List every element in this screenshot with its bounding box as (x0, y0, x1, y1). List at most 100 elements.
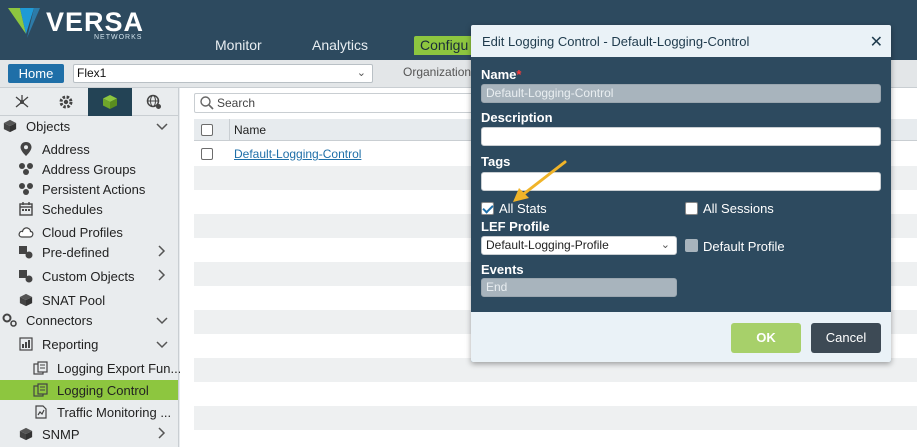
cloud-icon (18, 224, 34, 240)
search-placeholder: Search (217, 96, 256, 110)
tree-persistent-actions[interactable]: Persistent Actions (18, 179, 145, 199)
tree-snmp[interactable]: SNMP (18, 424, 178, 444)
sidebar-tabs (0, 88, 179, 116)
tree-label: Traffic Monitoring ... (57, 404, 172, 420)
search-input[interactable]: Search (194, 93, 494, 113)
logging-export-icon (33, 360, 49, 376)
chevron-down-icon (156, 313, 168, 328)
network-icon (15, 95, 29, 108)
globe-icon (146, 94, 161, 109)
tree-label: Cloud Profiles (42, 224, 123, 240)
select-all-checkbox[interactable] (201, 124, 213, 136)
nav-configuration[interactable]: Configu (414, 36, 475, 55)
table-row-empty (194, 406, 917, 430)
tree-label: Logging Control (57, 382, 149, 398)
tree-label: Address (42, 141, 90, 157)
all-sessions-checkbox[interactable] (685, 202, 698, 215)
home-button[interactable]: Home (8, 64, 64, 83)
tree-label: SNMP (42, 426, 80, 442)
name-field[interactable]: Default-Logging-Control (481, 84, 881, 103)
snat-pool-icon (18, 292, 34, 308)
tree-label: Custom Objects (42, 268, 135, 284)
name-label: Name* (481, 67, 521, 82)
versa-logo-mark (8, 8, 40, 38)
tree-label: Connectors (26, 312, 93, 328)
predefined-icon (18, 244, 34, 260)
snmp-icon (18, 426, 34, 442)
sidebar: Objects Address Address Groups Persisten… (0, 88, 181, 447)
default-profile-checkbox[interactable] (685, 239, 698, 252)
tree-label: SNAT Pool (42, 292, 106, 308)
chevron-down-icon: ⌄ (356, 67, 366, 79)
tree-custom-objects[interactable]: Custom Objects (18, 266, 178, 286)
tab-settings[interactable] (44, 88, 88, 116)
row-name-link[interactable]: Default-Logging-Control (234, 147, 361, 161)
dialog-footer: OK Cancel (471, 312, 891, 362)
logging-control-icon (33, 382, 49, 398)
appliance-select[interactable]: Flex1 ⌄ (73, 64, 373, 83)
required-marker: * (516, 67, 522, 82)
gear-icon (59, 95, 73, 109)
map-pin-icon (18, 141, 34, 157)
tree-address[interactable]: Address (18, 139, 90, 159)
tree-logging-export-functions[interactable]: Logging Export Fun... (33, 358, 181, 378)
tree-label: Reporting (42, 336, 99, 352)
chevron-right-icon (158, 426, 166, 442)
tree-schedules[interactable]: Schedules (18, 199, 103, 219)
cube-icon (103, 95, 117, 109)
address-group-icon (18, 161, 34, 177)
dialog-title: Edit Logging Control - Default-Logging-C… (482, 34, 750, 49)
tree-address-groups[interactable]: Address Groups (18, 159, 136, 179)
events-label: Events (481, 262, 524, 277)
reporting-icon (18, 336, 34, 352)
events-field[interactable]: End (481, 278, 677, 297)
lef-profile-select[interactable]: Default-Logging-Profile ⌄ (481, 236, 677, 255)
connectors-icon (2, 312, 18, 328)
tree-label: Logging Export Fun... (57, 360, 182, 376)
tree-label: Persistent Actions (42, 181, 146, 197)
organization-label: Organization (403, 65, 472, 79)
tree-label: Address Groups (42, 161, 136, 177)
tree-label: Pre-defined (42, 244, 110, 260)
tree-cloud-profiles[interactable]: Cloud Profiles (18, 222, 123, 242)
tree-reporting[interactable]: Reporting (18, 334, 178, 354)
description-field[interactable] (481, 127, 881, 146)
tab-globe[interactable] (132, 88, 176, 116)
tree-connectors[interactable]: Connectors (2, 310, 178, 330)
all-stats-checkbox[interactable] (481, 202, 494, 215)
cube-icon (2, 118, 18, 134)
tab-network[interactable] (0, 88, 44, 116)
chevron-down-icon: ⌄ (660, 239, 670, 251)
annotation-arrow-icon (513, 160, 567, 202)
chevron-down-icon (156, 337, 168, 352)
nav-analytics[interactable]: Analytics (312, 37, 368, 53)
tree-logging-control[interactable]: Logging Control (0, 380, 178, 400)
table-row-empty (194, 382, 917, 406)
tree-pre-defined[interactable]: Pre-defined (18, 242, 178, 262)
tab-objects[interactable] (88, 88, 132, 116)
traffic-monitoring-icon (33, 404, 49, 420)
row-checkbox[interactable] (201, 148, 213, 160)
close-icon[interactable]: ✕ (870, 32, 883, 52)
default-profile-label: Default Profile (703, 239, 785, 254)
all-sessions-label: All Sessions (703, 201, 774, 216)
custom-objects-icon (18, 268, 34, 284)
lef-profile-value: Default-Logging-Profile (486, 238, 609, 252)
column-separator (229, 119, 230, 141)
tree-label: Objects (26, 118, 71, 134)
description-label: Description (481, 110, 553, 125)
versa-logo: VERSA NETWORKS (6, 4, 143, 44)
calendar-icon (18, 201, 34, 217)
edit-logging-control-dialog: Edit Logging Control - Default-Logging-C… (471, 25, 891, 362)
chevron-down-icon (156, 119, 168, 134)
tree-snat-pool[interactable]: SNAT Pool (18, 290, 105, 310)
nav-monitor[interactable]: Monitor (215, 37, 262, 53)
cancel-button[interactable]: Cancel (811, 323, 881, 353)
ok-button[interactable]: OK (731, 323, 801, 353)
tree-objects[interactable]: Objects (2, 116, 178, 136)
persistent-actions-icon (18, 181, 34, 197)
dialog-header: Edit Logging Control - Default-Logging-C… (471, 25, 891, 57)
tree-traffic-monitoring[interactable]: Traffic Monitoring ... (33, 402, 171, 422)
appliance-select-value: Flex1 (77, 66, 107, 80)
chevron-right-icon (158, 268, 166, 284)
